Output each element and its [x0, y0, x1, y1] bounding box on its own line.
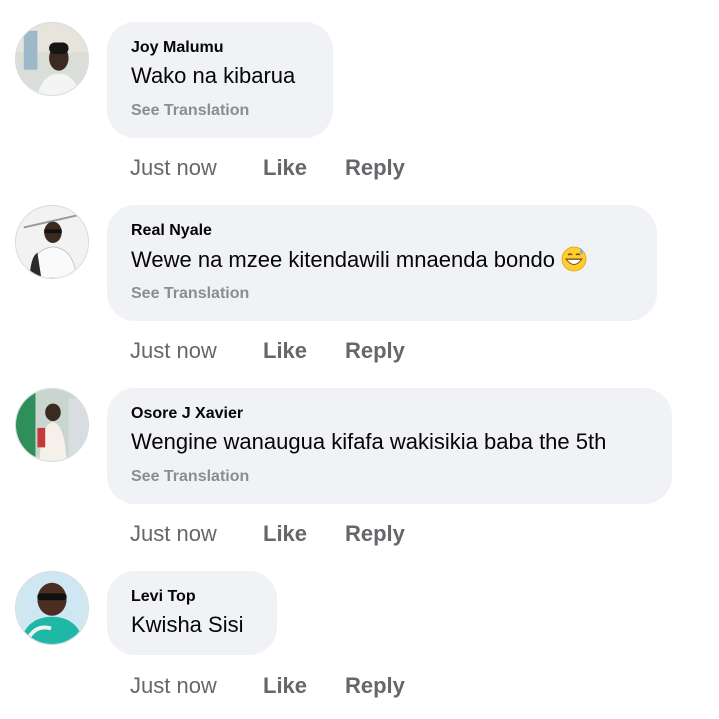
comment-text: Kwisha Sisi	[131, 612, 244, 637]
avatar[interactable]	[15, 22, 89, 96]
comment-author[interactable]: Real Nyale	[131, 222, 212, 240]
comment-text-content: Wewe na mzee kitendawili mnaenda bondo	[131, 247, 555, 272]
like-button[interactable]: Like	[263, 155, 307, 181]
comment-bubble: Joy Malumu Wako na kibarua See Translati…	[107, 22, 333, 138]
reply-button[interactable]: Reply	[345, 338, 405, 364]
see-translation-link[interactable]: See Translation	[131, 102, 249, 120]
comment-timestamp: Just now	[130, 521, 217, 546]
comment-timestamp: Just now	[130, 155, 217, 180]
comment-text: Wewe na mzee kitendawili mnaenda bondo	[131, 246, 587, 273]
avatar[interactable]	[15, 571, 89, 645]
comment-text: Wengine wanaugua kifafa wakisikia baba t…	[131, 429, 607, 454]
like-button[interactable]: Like	[263, 338, 307, 364]
reply-button[interactable]: Reply	[345, 155, 405, 181]
comment-author[interactable]: Levi Top	[131, 588, 196, 606]
avatar[interactable]	[15, 388, 89, 462]
avatar[interactable]	[15, 205, 89, 279]
comment-bubble: Real Nyale Wewe na mzee kitendawili mnae…	[107, 205, 657, 321]
like-button[interactable]: Like	[263, 673, 307, 699]
avatar-photo	[16, 389, 88, 461]
avatar-photo	[16, 23, 88, 95]
comment-bubble: Osore J Xavier Wengine wanaugua kifafa w…	[107, 388, 672, 504]
comment-timestamp: Just now	[130, 338, 217, 363]
see-translation-link[interactable]: See Translation	[131, 468, 249, 486]
reply-button[interactable]: Reply	[345, 673, 405, 699]
grinning-sweat-emoji-icon	[561, 246, 587, 272]
comment-author[interactable]: Joy Malumu	[131, 39, 223, 57]
avatar-photo	[16, 206, 88, 278]
comment-text: Wako na kibarua	[131, 63, 296, 88]
reply-button[interactable]: Reply	[345, 521, 405, 547]
like-button[interactable]: Like	[263, 521, 307, 547]
comment-bubble: Levi Top Kwisha Sisi	[107, 571, 277, 655]
see-translation-link[interactable]: See Translation	[131, 285, 249, 303]
avatar-photo	[16, 572, 88, 644]
comment-timestamp: Just now	[130, 673, 217, 698]
comment-author[interactable]: Osore J Xavier	[131, 405, 243, 423]
